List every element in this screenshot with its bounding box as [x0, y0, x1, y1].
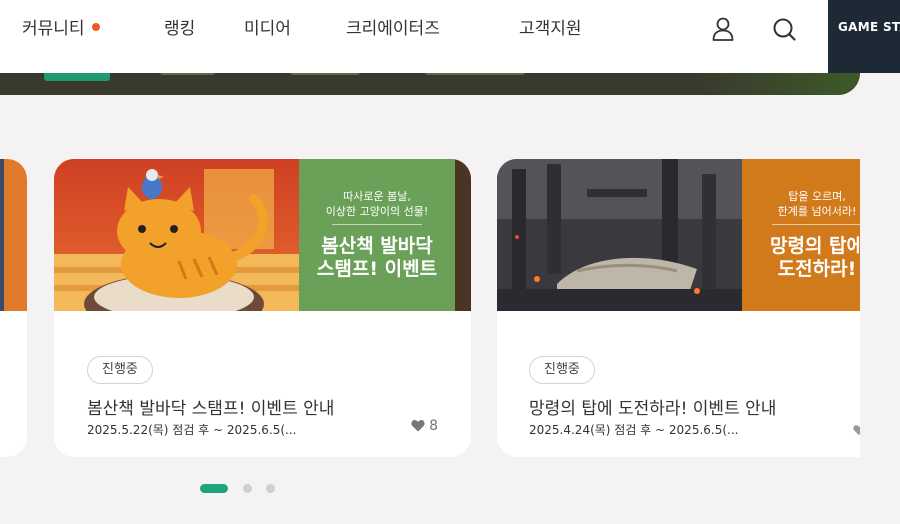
nav-item-ranking[interactable]: 랭킹	[164, 18, 195, 40]
heart-icon	[411, 419, 425, 431]
new-indicator-dot	[91, 23, 100, 31]
event-title[interactable]: 망령의 탑에 도전하라! 이벤트 안내	[529, 394, 776, 419]
status-badge: 진행중	[87, 356, 153, 384]
event-title[interactable]: 봄산책 발바닥 스탬프! 이벤트 안내	[87, 394, 334, 419]
event-card[interactable]: 탑을 오르며, 한계를 넘어서라! 망령의 탑에 도전하라! 진행중 망령의 탑…	[497, 159, 860, 457]
nav-item-support[interactable]: 고객지원	[519, 18, 582, 40]
partner-banner[interactable]: GAME STA	[828, 0, 900, 73]
banner-divider	[772, 224, 860, 225]
banner-subtitle-line: 따사로운 봄날,	[343, 190, 411, 203]
banner-subtitle-line: 한계를 넘어서라!	[777, 205, 857, 218]
event-card[interactable]: 따사로운 봄날, 이상한 고양이의 선물! 봄산책 발바닥 스탬프! 이벤트 진…	[54, 159, 471, 457]
banner-text-panel: 따사로운 봄날, 이상한 고양이의 선물! 봄산책 발바닥 스탬프! 이벤트	[299, 159, 455, 311]
status-badge: 진행중	[529, 356, 595, 384]
like-count[interactable]: 8	[411, 418, 438, 434]
event-date: 2025.4.24(목) 점검 후 ~ 2025.6.5(...	[529, 423, 739, 437]
banner-divider	[332, 224, 422, 225]
banner-subtitle-line: 이상한 고양이의 선물!	[325, 205, 429, 218]
banner-headline-line: 스탬프! 이벤트	[316, 258, 438, 280]
top-navigation: 커뮤니티 랭킹 미디어 크리에이터즈 고객지원	[0, 0, 828, 73]
pagination-dot[interactable]	[266, 484, 275, 493]
banner-headline-line: 망령의 탑에	[769, 235, 860, 257]
event-date: 2025.5.22(목) 점검 후 ~ 2025.6.5(...	[87, 423, 297, 437]
like-count-value: 8	[429, 418, 438, 434]
partner-label: GAME STA	[838, 20, 900, 34]
pagination-dot[interactable]	[243, 484, 252, 493]
banner-headline-line: 도전하라!	[777, 258, 857, 280]
event-thumbnail	[0, 159, 27, 311]
nav-item-media[interactable]: 미디어	[244, 18, 291, 40]
search-icon[interactable]	[771, 16, 797, 42]
event-thumbnail: 탑을 오르며, 한계를 넘어서라! 망령의 탑에 도전하라!	[497, 159, 860, 311]
event-thumbnail: 따사로운 봄날, 이상한 고양이의 선물! 봄산책 발바닥 스탬프! 이벤트	[54, 159, 471, 311]
nav-item-creators[interactable]: 크리에이터즈	[346, 18, 440, 40]
nav-item-community[interactable]: 커뮤니티	[22, 18, 100, 40]
user-icon[interactable]	[710, 16, 736, 42]
banner-subtitle-line: 탑을 오르며,	[788, 190, 846, 203]
banner-text-panel: 탑을 오르며, 한계를 넘어서라! 망령의 탑에 도전하라!	[742, 159, 860, 311]
pagination-dot-active[interactable]	[200, 484, 228, 493]
nav-item-label: 커뮤니티	[22, 19, 85, 39]
banner-headline-line: 봄산책 발바닥	[321, 235, 433, 257]
heart-icon[interactable]	[853, 421, 860, 440]
event-card-previous[interactable]	[0, 159, 27, 457]
